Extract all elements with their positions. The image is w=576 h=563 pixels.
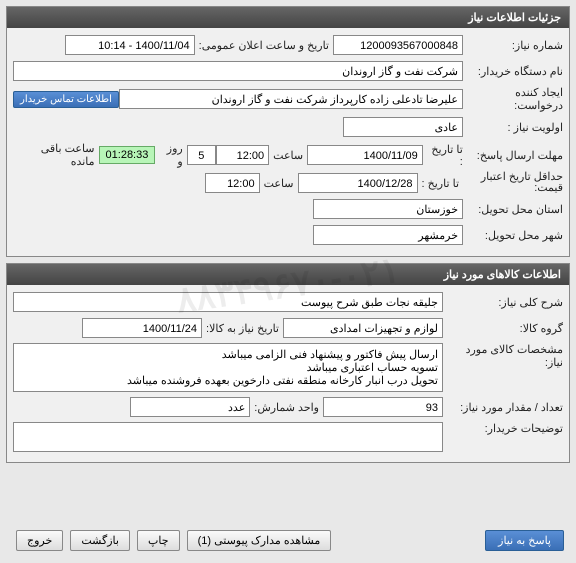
deadline-label: مهلت ارسال پاسخ: xyxy=(467,149,563,162)
back-button[interactable]: بازگشت xyxy=(70,530,130,551)
priority-label: اولویت نیاز : xyxy=(463,121,563,134)
attachments-button[interactable]: مشاهده مدارک پیوستی (1) xyxy=(187,530,332,551)
credit-time: 12:00 xyxy=(205,173,260,193)
print-button[interactable]: چاپ xyxy=(137,530,180,551)
need-details-panel: جزئیات اطلاعات نیاز شماره نیاز: 12000935… xyxy=(6,6,570,257)
buyer-value: شرکت نفت و گاز اروندان xyxy=(13,61,463,81)
announce-value: 1400/11/04 - 10:14 xyxy=(65,35,195,55)
footer-bar: پاسخ به نیاز مشاهده مدارک پیوستی (1) چاپ… xyxy=(6,524,570,557)
days-label: روز و xyxy=(155,142,186,168)
unit-label: واحد شمارش: xyxy=(250,401,323,414)
reply-button[interactable]: پاسخ به نیاز xyxy=(485,530,564,551)
city-value: خرمشهر xyxy=(313,225,463,245)
credit-time-label: ساعت xyxy=(260,177,298,190)
province-value: خوزستان xyxy=(313,199,463,219)
to-date-label: تا تاریخ : xyxy=(423,143,467,168)
desc-label: شرح کلی نیاز: xyxy=(443,296,563,309)
need-date-value: 1400/11/24 xyxy=(82,318,202,338)
group-value: لوازم و تجهیزات امدادی xyxy=(283,318,443,338)
spec-value: ارسال پیش فاکتور و پیشنهاد فنی الزامی می… xyxy=(13,343,443,392)
days-remaining: 5 xyxy=(187,145,216,165)
notes-label: توضیحات خریدار: xyxy=(443,422,563,435)
creator-value: علیرضا تادعلی زاده کارپرداز شرکت نفت و گ… xyxy=(119,89,463,109)
panel1-title: جزئیات اطلاعات نیاز xyxy=(7,7,569,28)
deadline-time-label: ساعت xyxy=(269,149,307,162)
credit-to-date-label: تا تاریخ : xyxy=(418,177,463,190)
remaining-label: ساعت باقی مانده xyxy=(13,142,99,168)
province-label: استان محل تحویل: xyxy=(463,203,563,216)
city-label: شهر محل تحویل: xyxy=(463,229,563,242)
notes-value xyxy=(13,422,443,452)
desc-value: جلیقه نجات طبق شرح پیوست xyxy=(13,292,443,312)
buyer-label: نام دستگاه خریدار: xyxy=(463,65,563,78)
qty-label: تعداد / مقدار مورد نیاز: xyxy=(443,401,563,414)
need-no-value: 1200093567000848 xyxy=(333,35,463,55)
need-no-label: شماره نیاز: xyxy=(463,39,563,52)
contact-button[interactable]: اطلاعات تماس خریدار xyxy=(13,91,119,108)
group-label: گروه کالا: xyxy=(443,322,563,335)
spec-label: مشخصات کالای مورد نیاز: xyxy=(443,343,563,369)
priority-value: عادی xyxy=(343,117,463,137)
panel2-title: اطلاعات کالاهای مورد نیاز xyxy=(7,264,569,285)
countdown-timer: 01:28:33 xyxy=(99,146,156,164)
announce-label: تاریخ و ساعت اعلان عمومی: xyxy=(195,39,333,52)
creator-label: ایجاد کننده درخواست: xyxy=(463,86,563,112)
unit-value: عدد xyxy=(130,397,250,417)
exit-button[interactable]: خروج xyxy=(16,530,63,551)
deadline-date: 1400/11/09 xyxy=(307,145,423,165)
need-date-label: تاریخ نیاز به کالا: xyxy=(202,322,283,335)
panel2-body: شرح کلی نیاز: جلیقه نجات طبق شرح پیوست گ… xyxy=(7,285,569,462)
credit-date: 1400/12/28 xyxy=(298,173,418,193)
deadline-time: 12:00 xyxy=(216,145,269,165)
panel1-body: شماره نیاز: 1200093567000848 تاریخ و ساع… xyxy=(7,28,569,256)
credit-label: حداقل تاریخ اعتبار قیمت: xyxy=(463,172,563,194)
qty-value: 93 xyxy=(323,397,443,417)
goods-info-panel: اطلاعات کالاهای مورد نیاز شرح کلی نیاز: … xyxy=(6,263,570,463)
